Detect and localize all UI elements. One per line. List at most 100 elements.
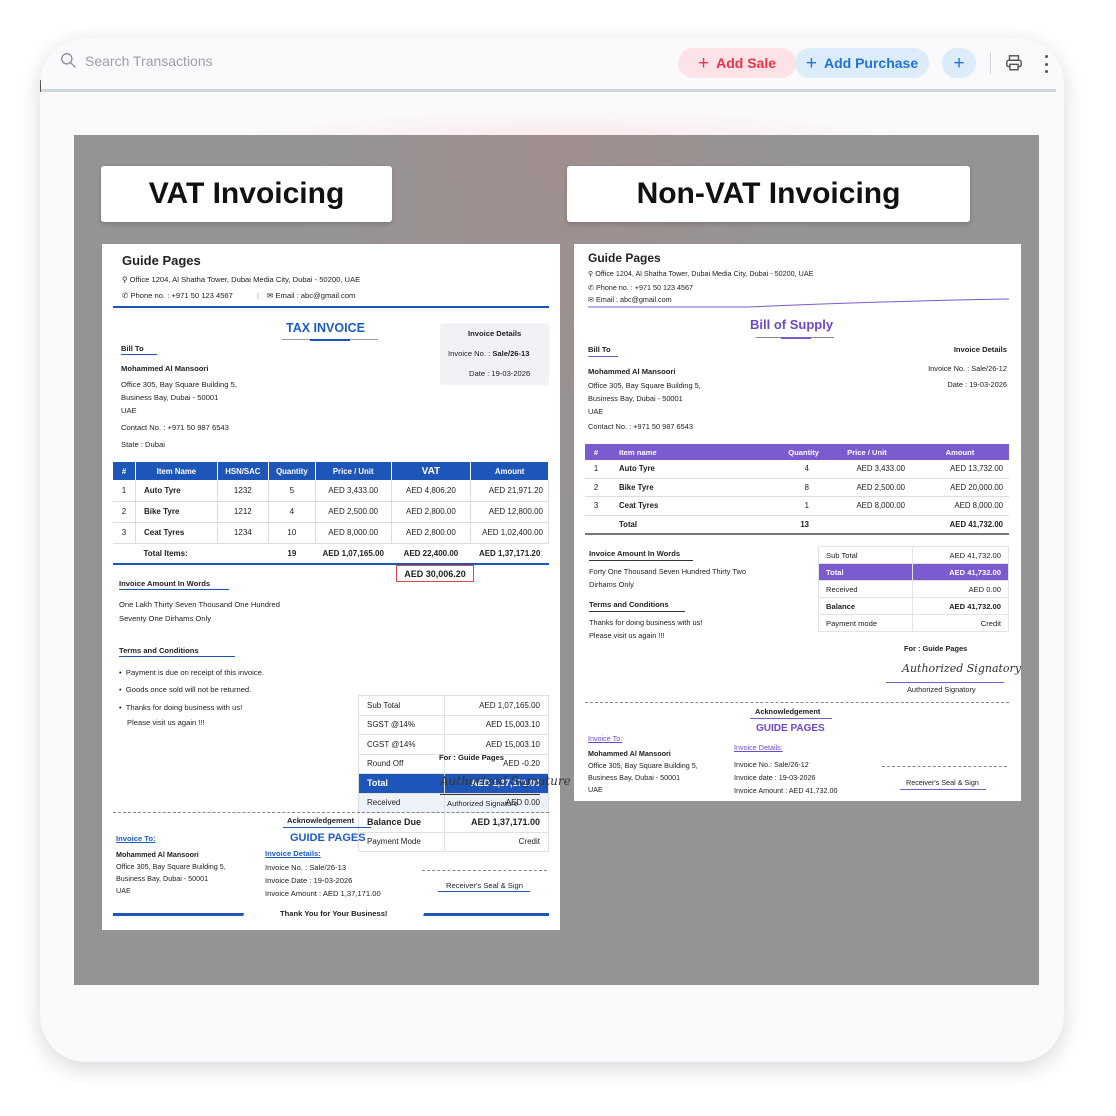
item-name: Ceat Tyres [135,522,218,544]
col-header: Amount [470,462,549,480]
summary-row: Sub Total AED 41,732.00 [817,546,1009,564]
toolbar: Search Transactions + Add Sale + Add Pur… [40,38,1064,90]
summary-row: CGST @14% AED 15,003.10 [358,734,550,755]
ack-divider [113,812,549,813]
col-header: Item name [607,444,757,460]
customer-name: Mohammed Al Mansoori [588,367,676,376]
signature-script: Authorized Signature [440,774,571,788]
more-options-icon[interactable] [1040,53,1052,75]
item-price: AED 2,500.00 [823,478,911,498]
vat-invoice-document: Guide Pages ⚲ Office 1204, Al Shatha Tow… [102,244,571,930]
item-name: Bike Tyre [135,501,218,523]
total-vat: AED 22,400.00 [391,543,471,565]
term-item: Please visit us again !!! [127,718,205,727]
item-price: AED 3,433.00 [823,460,911,479]
ack-address-2: Business Bay, Dubai - 50001 [116,874,209,883]
item-amount: AED 13,732.00 [911,460,1009,479]
summary-row: Sub Total AED 1,07,165.00 [358,695,550,716]
company-phone: ✆ Phone no. : +971 50 123 4567 [122,291,233,300]
customer-country: UAE [121,406,137,415]
ack-address-2: Business Bay, Dubai - 50001 [588,773,681,782]
table-row: 1 Auto Tyre 1232 5 AED 3,433.00 AED 4,80… [113,480,549,502]
col-header: # [585,444,607,460]
ack-company: GUIDE PAGES [756,723,825,734]
signature-line [886,682,1004,683]
add-more-button[interactable]: + [942,48,976,78]
add-purchase-button[interactable]: + Add Purchase [795,48,929,78]
search-input[interactable]: Search Transactions [85,53,213,69]
ack-divider [585,702,1009,703]
total-amount: AED 41,732.00 [911,514,1009,535]
term-item: Please visit us again !!! [589,631,665,640]
ack-title: Acknowledgement [755,707,821,716]
table-row: 3 Ceat Tyres 1234 10 AED 8,000.00 AED 2,… [113,522,549,544]
total-items-label: Total Items: [135,543,269,565]
item-vat: AED 4,806.20 [391,480,472,502]
items-table: # Item name Quantity Price / Unit Amount… [585,444,1009,535]
company-name: Guide Pages [588,251,661,265]
customer-contact: Contact No. : +971 50 987 6543 [588,422,693,431]
company-email: ✉ Email : abc@gmail.com [267,291,356,300]
invoice-number: Invoice No. : Sale/26-13 [448,349,530,358]
for-company: For : Guide Pages [439,753,504,762]
ack-country: UAE [116,886,131,895]
add-sale-button[interactable]: + Add Sale [678,48,796,78]
table-total-row: Total Items: 19 AED 1,07,165.00 AED 22,4… [113,543,549,565]
invoice-date: Date : 19-03-2026 [469,369,531,378]
contact-separator: | [257,291,259,300]
toolbar-border [40,89,1056,92]
total-amount: AED 1,37,171.20 [470,543,549,565]
words-underline [119,589,229,590]
item-vat: AED 2,800.00 [391,522,472,544]
bill-to-label: Bill To [121,344,144,353]
customer-state: State : Dubai [121,440,165,449]
company-phone: ✆ Phone no. : +971 50 123 4567 [588,283,693,292]
col-header: # [113,462,136,480]
item-amount: AED 21,971.20 [470,480,549,502]
receiver-underline [438,891,530,892]
customer-country: UAE [588,407,604,416]
customer-name: Mohammed Al Mansoori [121,364,209,373]
item-amount: AED 20,000.00 [911,478,1009,498]
items-table-header: # Item name Quantity Price / Unit Amount [585,444,1009,460]
item-amount: AED 1,02,400.00 [470,522,549,544]
total-price: AED 1,07,165.00 [315,543,392,565]
vat-total-highlight: AED 30,006.20 [396,565,474,582]
signature-line [440,794,540,795]
col-header: HSN/SAC [217,462,269,480]
amount-words-title: Invoice Amount In Words [589,549,681,558]
invoice-title: TAX INVOICE [286,321,365,335]
printer-icon[interactable] [1005,54,1023,72]
comparison-panel: VAT Invoicing Non-VAT Invoicing Guide Pa… [74,135,1039,985]
ack-underline [750,718,832,719]
location-pin-icon: ⚲ [122,275,130,284]
row-number: 2 [113,501,136,523]
ack-title: Acknowledgement [287,816,355,825]
ack-customer: Mohammed Al Mansoori [116,850,199,859]
item-price: AED 3,433.00 [315,480,392,502]
search-box[interactable]: Search Transactions [60,52,213,69]
ack-underline [283,827,371,828]
item-quantity: 8 [757,478,823,498]
item-price: AED 2,500.00 [315,501,392,523]
table-total-row: Total 13 AED 41,732.00 [585,514,1009,535]
add-sale-label: Add Sale [716,55,776,71]
company-address: ⚲ Office 1204, Al Shatha Tower, Dubai Me… [588,269,814,278]
ack-invoice-no: Invoice No. : Sale/26-13 [265,863,347,872]
col-header: Item Name [135,462,218,480]
terms-title: Terms and Conditions [119,646,199,655]
table-row: 3 Ceat Tyres 1 AED 8,000.00 AED 8,000.00 [585,496,1009,516]
receiver-sign-label: Receiver's Seal & Sign [446,881,524,890]
item-hsn: 1234 [217,522,269,544]
item-name: Ceat Tyres [607,496,757,516]
summary-row: SGST @14% AED 15,003.10 [358,714,550,735]
customer-address-1: Office 305, Bay Square Building 5, [121,380,237,389]
amount-words-line-1: One Lakh Thirty Seven Thousand One Hundr… [119,600,280,609]
invoice-date: Date : 19-03-2026 [947,380,1007,389]
summary-balance-row: Balance Due AED 1,37,171.00 [358,812,550,833]
header-rule [113,306,549,308]
amount-words-line-2: Seventy One Dirhams Only [119,614,212,623]
nonvat-invoicing-label: Non-VAT Invoicing [567,166,970,222]
col-header: Amount [911,444,1009,460]
invoice-details-title: Invoice Details [953,345,1007,354]
